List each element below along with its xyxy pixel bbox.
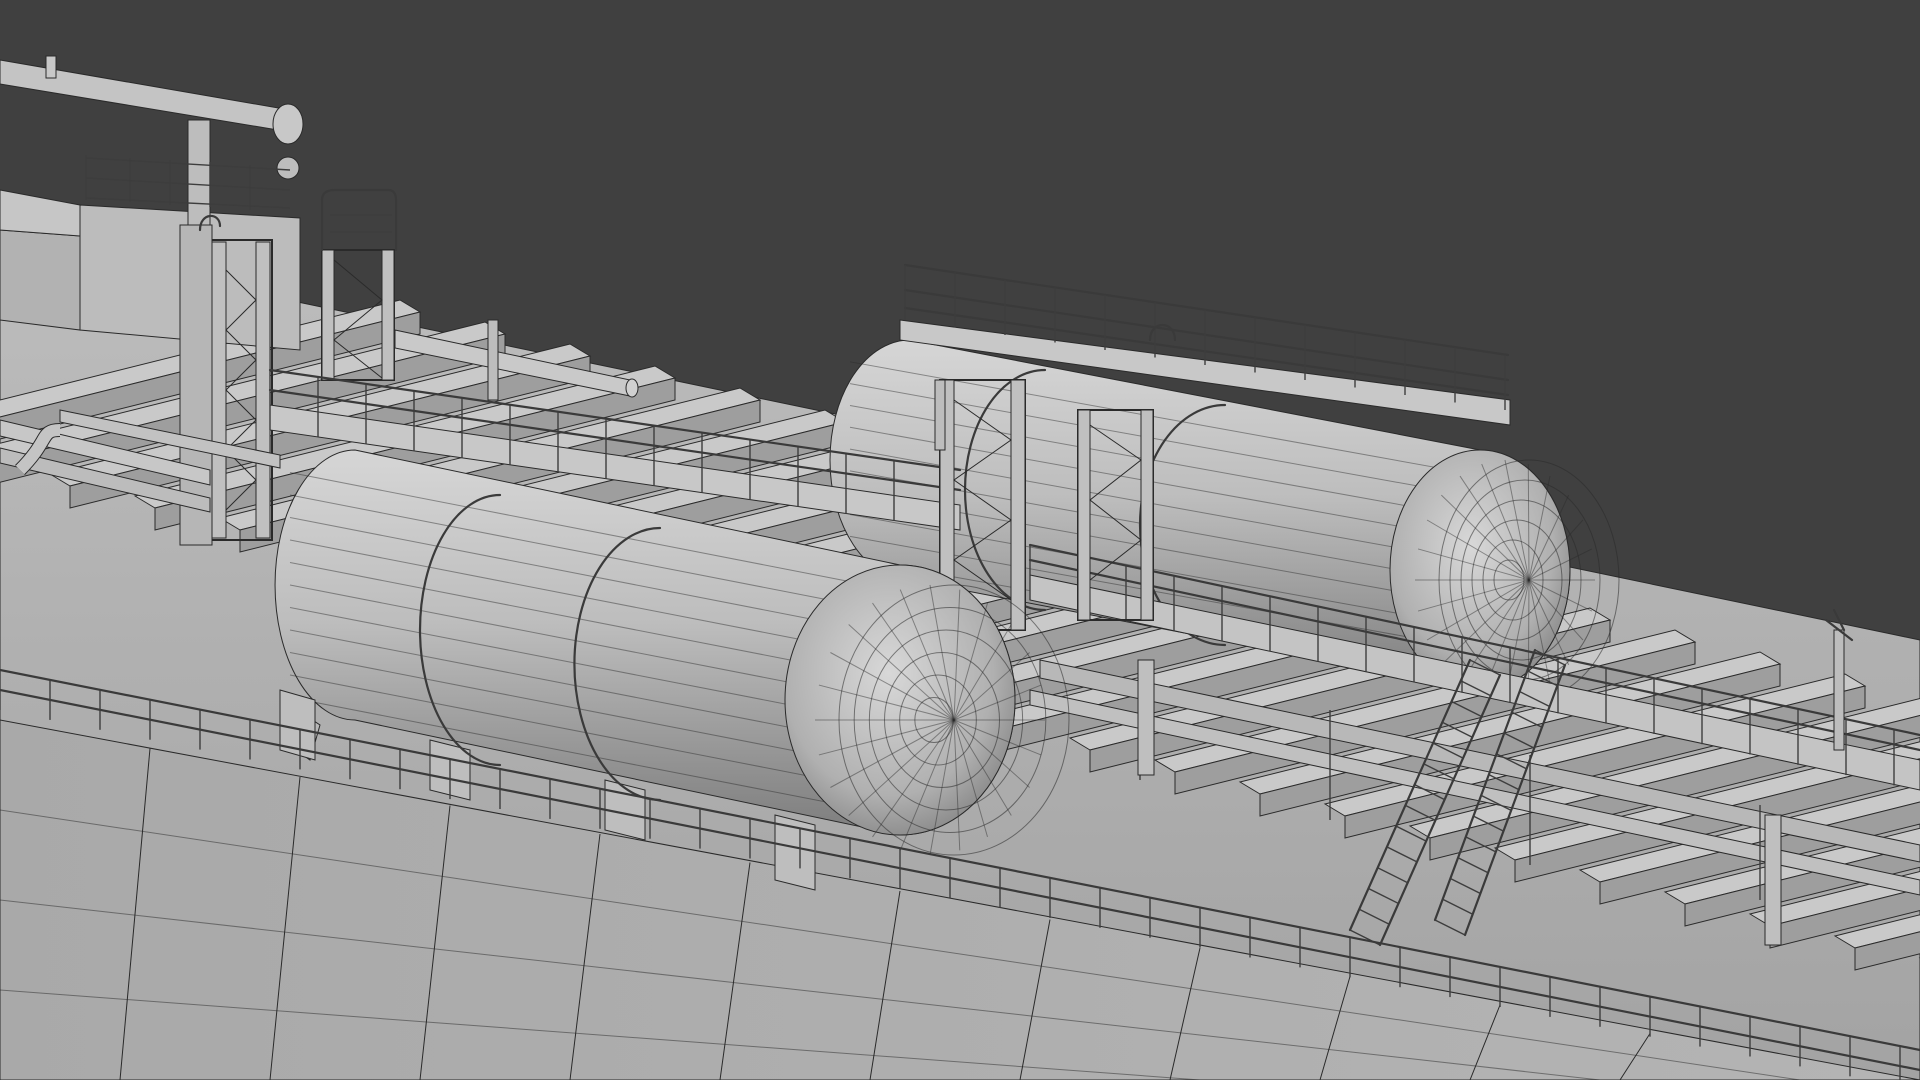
deck-housing [0, 189, 301, 351]
3d-viewport[interactable] [0, 0, 1920, 1080]
ship-deck-render [0, 55, 1920, 1080]
